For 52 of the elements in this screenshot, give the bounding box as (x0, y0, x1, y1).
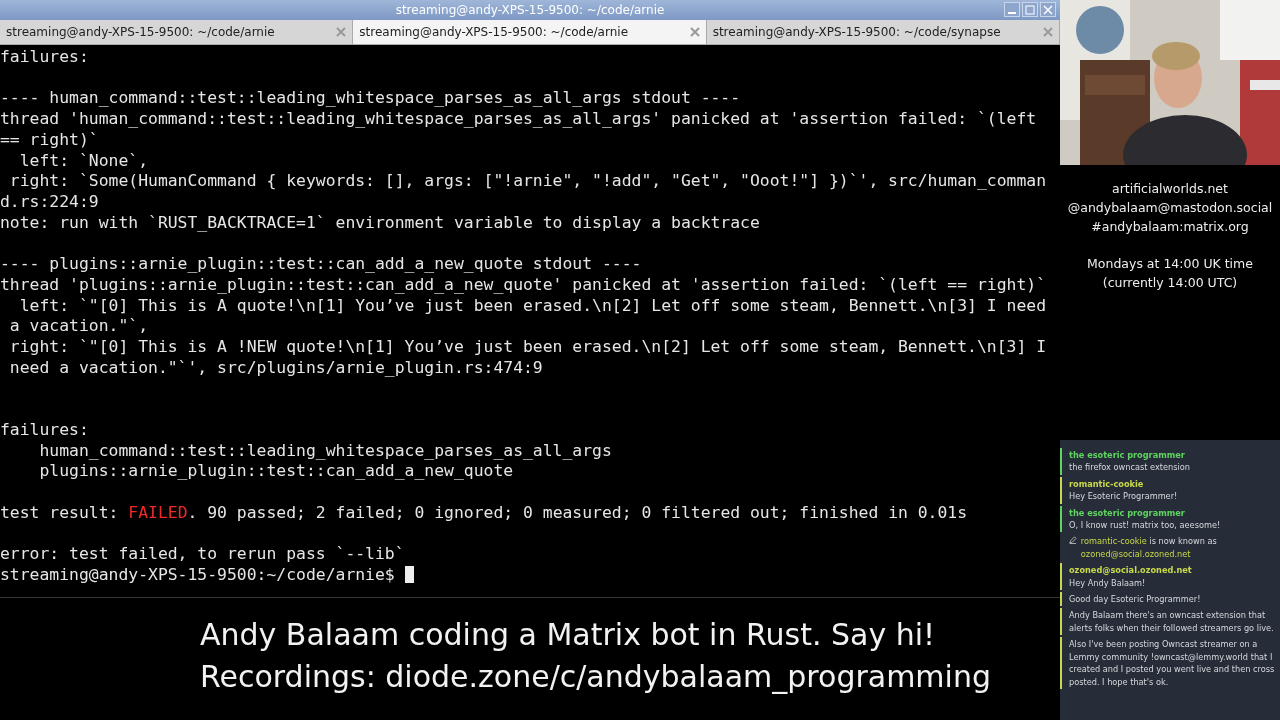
contact-text: @andybalaam@mastodon.social (1067, 199, 1273, 217)
terminal-line: left: `"[0] This is A quote!\n[1] You’ve just been erased.\n[2] Let off some steam, Bennett.\n[3] I need (18, 295, 1046, 315)
terminal-line: need a vacation."`', src/plugins/arnie_plugin.rs:474:9 (8, 357, 543, 377)
minimize-button[interactable] (1004, 2, 1020, 17)
close-button[interactable] (1040, 2, 1056, 17)
terminal-line: right: `"[0] This is A !NEW quote!\n[1] You’ve just been erased.\n[2] Let off some steam, Bennett.\n[3] I (8, 337, 1046, 357)
chat-author: romantic-cookie (1069, 478, 1144, 489)
terminal-line: thread 'plugins::arnie_plugin::test::can_add_a_new_quote' panicked at 'assertion failed: `(left == right)` (0, 274, 1046, 294)
minimize-icon (1008, 11, 1016, 14)
chat-text: Hey Andy Balaam! (1069, 577, 1146, 588)
close-icon[interactable] (1043, 27, 1053, 37)
close-icon (1043, 4, 1053, 15)
chat-text: the firefox owncast extension (1069, 462, 1190, 473)
terminal-line: left: `None`, (18, 150, 149, 170)
contact-text: artificialworlds.net (1112, 180, 1228, 198)
terminal-line: right: `Some(HumanCommand { keywords: [], args: ["!arnie", "!add", "Get", "Ooot!"] })`', src/human_comman (8, 171, 1046, 191)
chat-author: the esoteric programmer (1069, 450, 1185, 460)
terminal-line: plugins::arnie_plugin::test::can_add_a_new_quote (38, 461, 514, 481)
terminal-line: thread 'human_command::test::leading_whitespace_parses_as_all_args' panicked at 'assertion failed: `(left (0, 109, 1037, 129)
terminal-line: ---- plugins::arnie_plugin::test::can_add_a_new_quote stdout ---- (0, 254, 642, 274)
chat-text: Hey Esoteric Programmer! (1069, 491, 1178, 502)
text-cursor (404, 565, 414, 583)
close-icon[interactable] (689, 27, 700, 37)
chat-text: Also I've been posting Owncast streamer on a Lemmy community !owncast@lemmy.world that I created and I posted you went live and then cross posted. I hope that's ok. (1069, 639, 1275, 687)
terminal-line: failures: (0, 47, 89, 66)
window-title: streaming@andy-XPS-15-9500: ~/code/arnie (395, 3, 665, 17)
chat-author: the esoteric programmer (1069, 507, 1185, 518)
banner-text: Andy Balaam coding a Matrix bot in Rust. Say hi! (200, 617, 936, 652)
chat-text: O, I know rust! matrix too, aeesome! (1069, 520, 1221, 531)
close-icon[interactable] (336, 27, 347, 37)
test-result-line: test result: FAILED. 90 passed; 2 failed; 0 ignored; 0 measured; 0 filtered out; finished in 0.01s (0, 502, 968, 522)
contact-text: #andybalaam:matrix.org (1091, 218, 1249, 236)
terminal-line: error: test failed, to rerun pass `--lib` (0, 544, 405, 564)
schedule-text: (currently 14:00 UTC) (1102, 274, 1238, 292)
terminal-line: d.rs:224:9 (0, 192, 99, 212)
chat-text: Andy Balaam there's an owncast extension that alerts folks when their followed streamers go live. (1069, 610, 1274, 633)
pencil-icon (1069, 535, 1077, 546)
terminal-line: human_command::test::leading_whitespace_parses_as_all_args (38, 440, 612, 460)
terminal-line: ---- human_command::test::leading_whitespace_parses_as_all_args stdout ---- (0, 88, 741, 108)
terminal-line: note: run with `RUST_BACKTRACE=1` environment variable to display a backtrace (0, 212, 760, 232)
terminal-tab[interactable]: streaming@andy-XPS-15-9500: ~/code/arnie (353, 20, 707, 44)
shell-prompt: streaming@andy-XPS-15-9500:~/code/arnie$ (0, 564, 395, 584)
maximize-button[interactable] (1022, 2, 1038, 17)
chat-text: Good day Esoteric Programmer! (1069, 594, 1201, 605)
chat-event: romantic-cookie is now known as ozoned@social.ozoned.net (1080, 535, 1218, 561)
schedule-text: Mondays at 14:00 UK time (1087, 255, 1253, 273)
chat-author: ozoned@social.ozoned.net (1069, 565, 1192, 576)
terminal-line: a vacation."`, (8, 316, 149, 336)
banner-text: Recordings: diode.zone/c/andybalaam_programming (200, 659, 991, 694)
terminal-line: == right)` (0, 129, 99, 149)
terminal-line: failures: (0, 419, 89, 439)
maximize-icon (1025, 4, 1035, 15)
